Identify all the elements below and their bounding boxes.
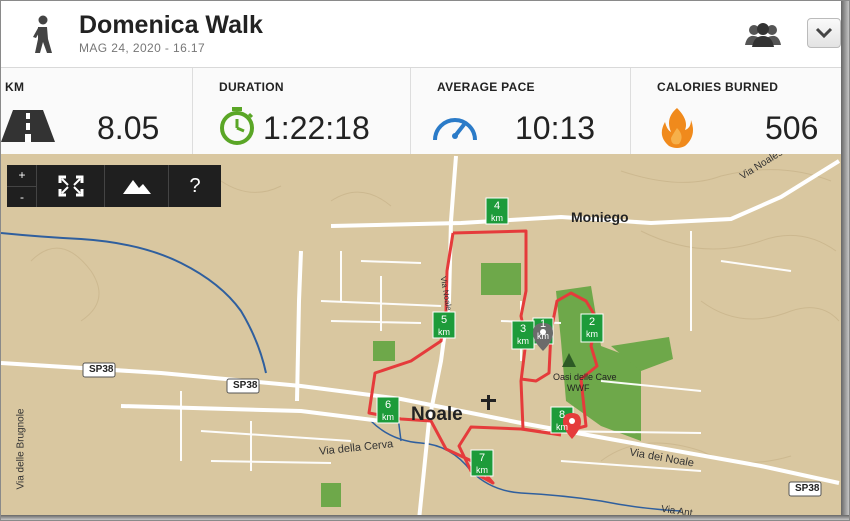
stat-duration-label: DURATION [219,80,284,94]
zoom-in-button[interactable]: + [7,165,37,186]
km-marker-unit: km [586,329,598,339]
chevron-down-icon [815,27,833,39]
stopwatch-icon [220,107,254,145]
km-marker-number: 4 [493,200,501,212]
km-marker-number: 3 [519,323,527,335]
stat-pace: AVERAGE PACE 10:13 [411,68,631,154]
km-marker-number: 1 [539,318,547,330]
km-marker-unit: km [517,336,529,346]
stat-pace-value: 10:13 [515,110,596,146]
map-label-oasi: Oasi delle Cave [553,372,617,382]
map-label-noale: Noale [411,404,463,425]
terrain-icon [122,180,151,194]
frame-shadow-bottom [1,515,849,520]
fullscreen-button[interactable] [37,165,105,207]
km-marker-unit: km [382,412,394,422]
km-marker-number: 2 [588,316,596,328]
km-marker-number: 7 [478,452,486,464]
road-icon [1,110,55,142]
flame-icon [661,108,693,148]
activity-date: MAG 24, 2020 - 16.17 [79,41,206,55]
km-marker-unit: km [476,465,488,475]
km-marker-number: 6 [384,399,392,411]
road-shield-sp38: SP38 [233,380,258,391]
km-marker-4[interactable]: 4 km [486,200,508,224]
km-marker-5[interactable]: 5 km [433,314,455,338]
zoom-controls: + - [7,165,37,207]
km-marker-unit: km [537,331,549,341]
km-marker-7[interactable]: 7 km [471,452,493,476]
km-marker-unit: km [556,422,568,432]
fullscreen-icon [58,175,83,197]
help-button[interactable]: ? [169,165,221,207]
frame-shadow-right [841,1,849,520]
km-marker-2[interactable]: 2 km [581,316,603,340]
km-marker-6[interactable]: 6 km [377,399,399,423]
km-marker-unit: km [438,327,450,337]
km-marker-unit: km [491,213,503,223]
stat-duration: DURATION 1:22:18 [193,68,411,154]
stat-distance: KM 8.05 [1,68,193,154]
map-toolbar: + - ? [7,165,221,207]
route-map[interactable]: 1 km 2 km 3 km 4 km 5 km 6 km 7 km 8 km Moniego … [1,154,841,520]
map-label-moniego: Moniego [571,209,629,225]
km-marker-number: 8 [558,409,566,421]
km-marker-1[interactable]: 1 km [533,318,553,342]
km-marker-number: 5 [440,314,448,326]
km-marker-8[interactable]: 8 km [551,409,573,433]
friends-icon[interactable] [743,21,783,49]
speedometer-icon [433,118,477,141]
walking-person-icon [33,15,52,53]
map-label-via-brugnole: Via delle Brugnole [15,408,27,490]
activity-header: Domenica Walk MAG 24, 2020 - 16.17 [1,1,841,68]
map-label-wwf: WWF [567,383,590,393]
zoom-out-button[interactable]: - [7,186,37,208]
stat-distance-value: 8.05 [97,110,160,146]
terrain-button[interactable] [105,165,169,207]
activity-title: Domenica Walk [79,11,263,39]
road-shield-sp38: SP38 [89,364,114,375]
stat-calories-value: 506 [765,110,819,146]
stat-calories: CALORIES BURNED 506 [631,68,841,154]
stat-duration-value: 1:22:18 [263,110,370,146]
stat-pace-label: AVERAGE PACE [437,80,535,94]
stat-calories-label: CALORIES BURNED [657,80,779,94]
map-canvas [1,154,841,520]
stats-bar: KM 8.05 DURATION 1:22:18 AVERAGE PACE 10… [1,68,841,154]
road-shield-sp38: SP38 [795,483,820,494]
options-dropdown-button[interactable] [807,18,841,48]
km-marker-3[interactable]: 3 km [512,323,534,347]
stat-distance-label: KM [5,80,25,94]
activity-panel: Domenica Walk MAG 24, 2020 - 16.17 KM 8.… [0,0,850,521]
